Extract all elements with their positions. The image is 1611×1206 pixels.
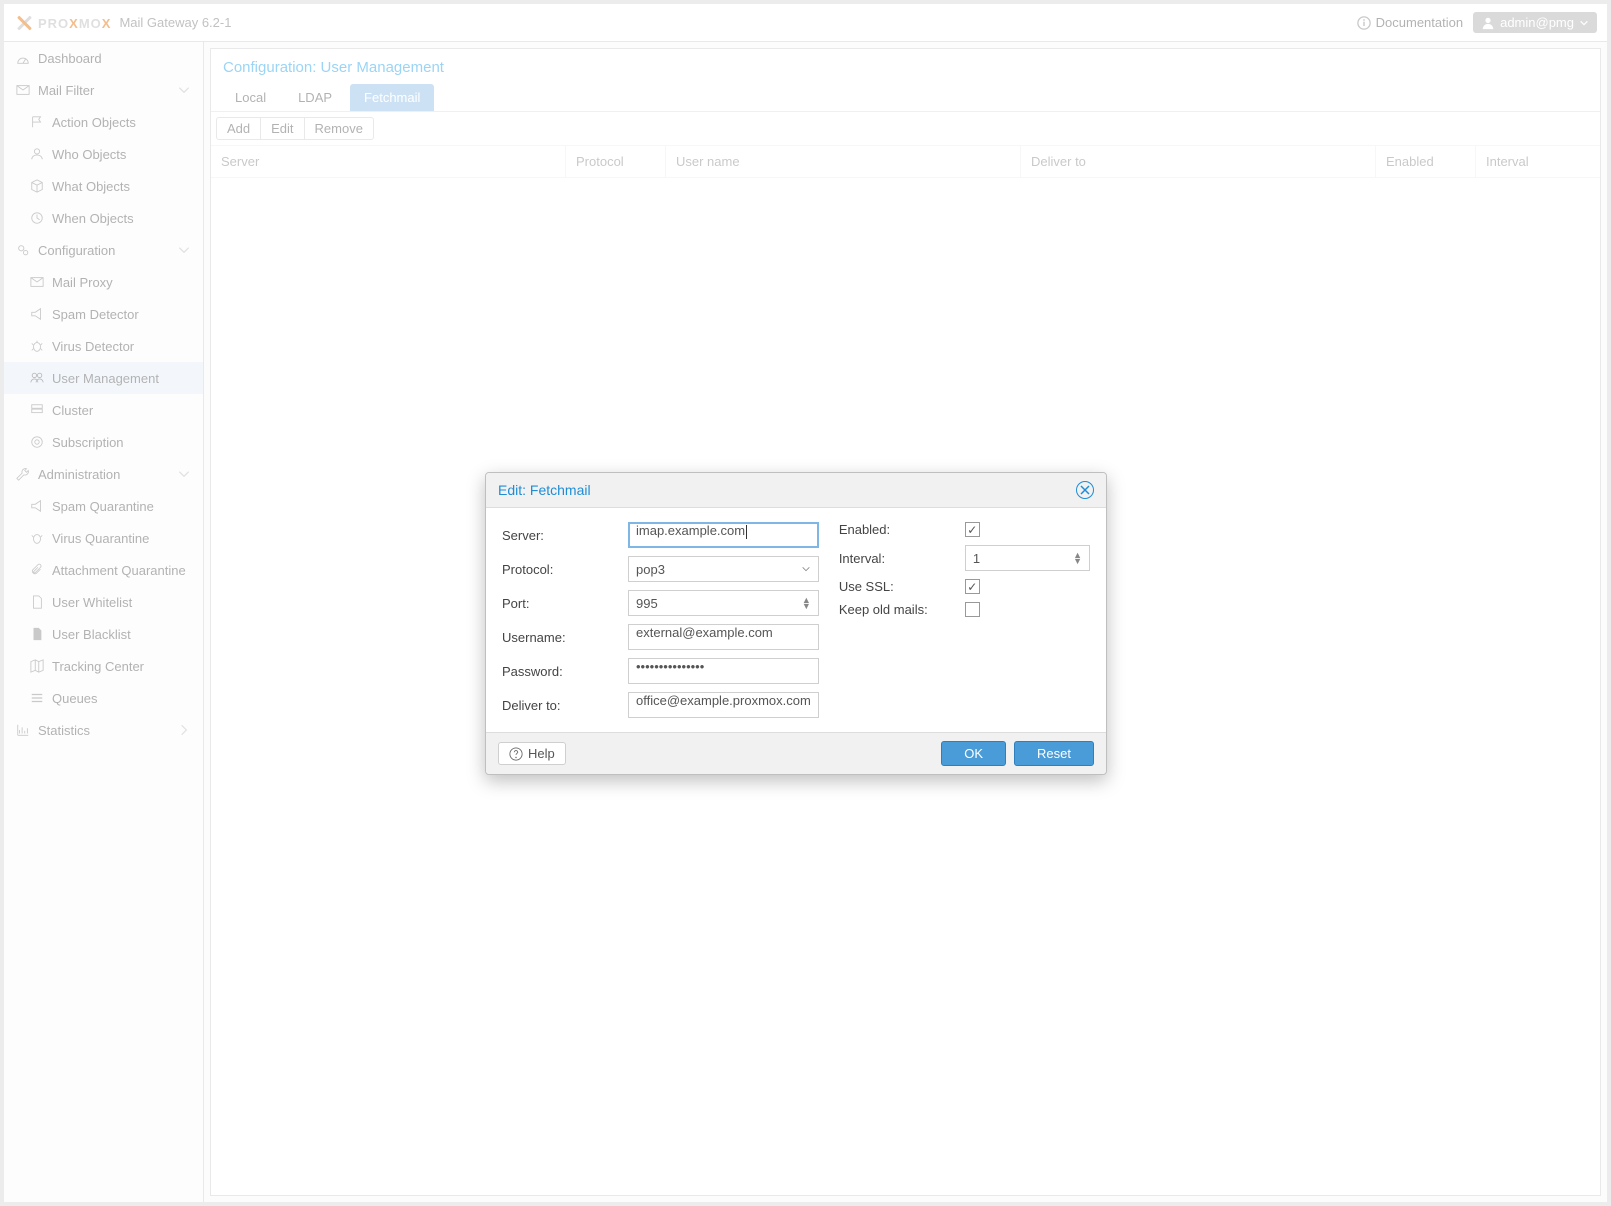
button-label: OK bbox=[964, 746, 983, 761]
close-button[interactable] bbox=[1076, 481, 1094, 499]
ok-button[interactable]: OK bbox=[941, 741, 1006, 766]
field-username: Username: external@example.com bbox=[502, 624, 819, 650]
field-password: Password: ••••••••••••••• bbox=[502, 658, 819, 684]
button-label: Reset bbox=[1037, 746, 1071, 761]
field-interval: Interval: 1 ▲▼ bbox=[839, 545, 1090, 571]
field-label: Keep old mails: bbox=[839, 602, 965, 617]
field-label: Deliver to: bbox=[502, 698, 628, 713]
field-label: Use SSL: bbox=[839, 579, 965, 594]
input-value: imap.example.com bbox=[636, 523, 745, 538]
ssl-checkbox[interactable] bbox=[965, 579, 980, 594]
question-icon bbox=[509, 747, 523, 761]
field-deliver-to: Deliver to: office@example.proxmox.com bbox=[502, 692, 819, 718]
edit-fetchmail-modal: Edit: Fetchmail Server: imap.example.com… bbox=[485, 472, 1107, 775]
input-value: ••••••••••••••• bbox=[636, 659, 704, 674]
port-spinner[interactable]: 995 ▲▼ bbox=[628, 590, 819, 616]
protocol-select[interactable]: pop3 bbox=[628, 556, 819, 582]
modal-header: Edit: Fetchmail bbox=[486, 473, 1106, 508]
field-port: Port: 995 ▲▼ bbox=[502, 590, 819, 616]
password-input[interactable]: ••••••••••••••• bbox=[628, 658, 819, 684]
deliver-to-input[interactable]: office@example.proxmox.com bbox=[628, 692, 819, 718]
field-label: Enabled: bbox=[839, 522, 965, 537]
input-value: 995 bbox=[636, 596, 658, 611]
enabled-checkbox[interactable] bbox=[965, 522, 980, 537]
field-label: Port: bbox=[502, 596, 628, 611]
modal-footer: Help OK Reset bbox=[486, 732, 1106, 774]
field-server: Server: imap.example.com bbox=[502, 522, 819, 548]
keep-checkbox[interactable] bbox=[965, 602, 980, 617]
select-value: pop3 bbox=[636, 562, 665, 577]
reset-button[interactable]: Reset bbox=[1014, 741, 1094, 766]
spinner-arrows-icon: ▲▼ bbox=[802, 597, 811, 609]
button-label: Help bbox=[528, 746, 555, 761]
field-keep-old-mails: Keep old mails: bbox=[839, 602, 1090, 617]
input-value: 1 bbox=[973, 551, 980, 566]
close-icon bbox=[1080, 485, 1090, 495]
input-value: external@example.com bbox=[636, 625, 773, 640]
spinner-arrows-icon: ▲▼ bbox=[1073, 552, 1082, 564]
username-input[interactable]: external@example.com bbox=[628, 624, 819, 650]
help-button[interactable]: Help bbox=[498, 742, 566, 765]
field-label: Protocol: bbox=[502, 562, 628, 577]
server-input[interactable]: imap.example.com bbox=[628, 522, 819, 548]
interval-spinner[interactable]: 1 ▲▼ bbox=[965, 545, 1090, 571]
field-label: Server: bbox=[502, 528, 628, 543]
field-use-ssl: Use SSL: bbox=[839, 579, 1090, 594]
chevron-down-icon bbox=[801, 564, 811, 574]
modal-title: Edit: Fetchmail bbox=[498, 482, 591, 498]
field-enabled: Enabled: bbox=[839, 522, 1090, 537]
field-protocol: Protocol: pop3 bbox=[502, 556, 819, 582]
field-label: Interval: bbox=[839, 551, 965, 566]
input-value: office@example.proxmox.com bbox=[636, 693, 811, 708]
field-label: Username: bbox=[502, 630, 628, 645]
field-label: Password: bbox=[502, 664, 628, 679]
